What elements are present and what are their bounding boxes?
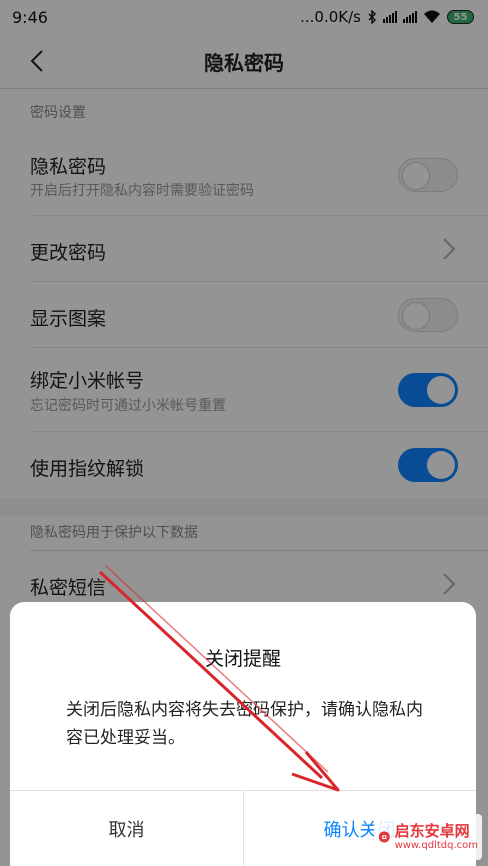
watermark-text: 启东安卓网 www.qdltdq.com xyxy=(395,822,478,852)
cancel-button[interactable]: 取消 xyxy=(10,791,243,866)
dialog-message: 关闭后隐私内容将失去密码保护，请确认隐私内容已处理妥当。 xyxy=(66,700,423,748)
dialog-title: 关闭提醒 xyxy=(204,648,281,670)
watermark-logo-icon xyxy=(378,831,390,843)
watermark-name: 启东安卓网 xyxy=(394,822,470,840)
site-watermark: 启东安卓网 www.qdltdq.com xyxy=(374,814,482,860)
watermark-url: www.qdltdq.com xyxy=(394,840,478,851)
